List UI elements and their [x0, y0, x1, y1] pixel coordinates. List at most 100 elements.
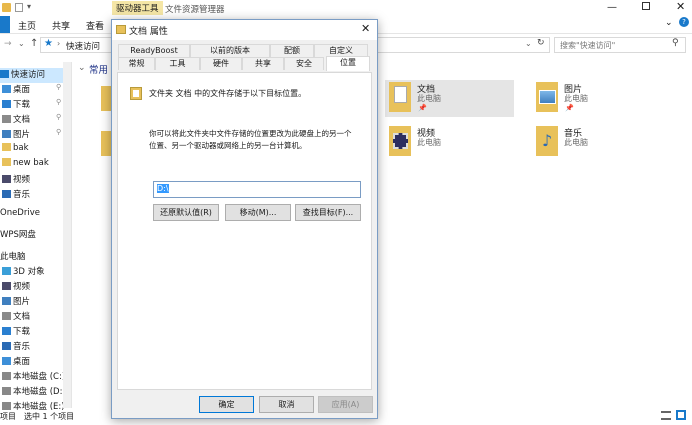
- nav-item[interactable]: 视频: [2, 280, 30, 295]
- chevron-down-icon[interactable]: ⌄: [665, 18, 673, 28]
- nav-item-label: 下载: [13, 327, 31, 337]
- nav-item[interactable]: 下载 ⚲: [2, 98, 61, 113]
- desktop-icon: [2, 85, 11, 93]
- breadcrumb[interactable]: 快速访问: [66, 40, 100, 52]
- desktop-icon: [2, 357, 11, 365]
- close-icon[interactable]: ✕: [361, 22, 370, 35]
- nav-item[interactable]: 快速访问: [0, 68, 63, 83]
- nav-item[interactable]: 视频: [2, 173, 30, 188]
- music-icon: [2, 190, 11, 198]
- location-tab-panel: 文件夹 文档 中的文件存储于以下目标位置。 你可以将此文件夹中文件存储的位置更改…: [117, 72, 372, 390]
- nav-item[interactable]: 文档: [2, 310, 30, 325]
- tile-documents[interactable]: 文档 此电脑 📌: [385, 80, 514, 117]
- folder-icon: [2, 143, 11, 151]
- help-icon[interactable]: ?: [679, 17, 689, 27]
- tile-location: 此电脑: [564, 138, 588, 147]
- picture-icon: [2, 297, 11, 305]
- ribbon-tab-share[interactable]: 共享: [52, 19, 70, 32]
- nav-item[interactable]: 文档 ⚲: [2, 113, 61, 128]
- document-icon: [2, 312, 11, 320]
- pin-icon: 📌: [565, 104, 574, 112]
- ribbon-tab-view[interactable]: 查看: [86, 19, 104, 32]
- folder-partial-1[interactable]: [101, 86, 111, 111]
- nav-item[interactable]: 本地磁盘 (C:): [2, 370, 65, 385]
- target-path-input[interactable]: D:\: [153, 181, 361, 198]
- nav-item[interactable]: 此电脑: [0, 250, 26, 265]
- apply-button[interactable]: 应用(A): [318, 396, 373, 413]
- maximize-icon[interactable]: [642, 2, 650, 10]
- context-tab-label[interactable]: 驱动器工具: [112, 1, 163, 15]
- tab-previous-versions[interactable]: 以前的版本: [190, 44, 270, 57]
- tile-location: 此电脑: [417, 138, 441, 147]
- nav-item[interactable]: OneDrive: [0, 208, 40, 223]
- tab-location[interactable]: 位置: [326, 56, 370, 71]
- find-target-button[interactable]: 查找目标(F)...: [295, 204, 361, 221]
- folder-partial-2[interactable]: [101, 131, 111, 156]
- nav-item[interactable]: bak: [2, 143, 29, 158]
- nav-item[interactable]: 音乐: [2, 340, 30, 355]
- refresh-icon[interactable]: ↻: [537, 38, 545, 48]
- nav-item[interactable]: 本地磁盘 (D:): [2, 385, 66, 400]
- search-box[interactable]: 搜索"快速访问" ⚲: [554, 37, 686, 53]
- pin-icon: ⚲: [56, 128, 62, 136]
- tile-pictures[interactable]: 图片 此电脑 📌: [532, 80, 660, 116]
- nav-item[interactable]: new bak: [2, 158, 49, 173]
- video-icon: [2, 282, 11, 290]
- nav-item[interactable]: WPS网盘: [0, 228, 36, 243]
- tab-readyboost[interactable]: ReadyBoost: [118, 44, 190, 57]
- up-arrow-icon[interactable]: ↑: [30, 38, 38, 49]
- minimize-icon[interactable]: —: [607, 2, 617, 13]
- nav-item-label: 图片: [13, 130, 31, 140]
- chevron-down-icon[interactable]: ⌄: [18, 39, 25, 48]
- nav-item-label: 此电脑: [0, 252, 26, 262]
- video-icon: [2, 175, 11, 183]
- nav-item[interactable]: 图片: [2, 295, 30, 310]
- section-header[interactable]: 常用: [89, 62, 108, 76]
- breadcrumb-sep-icon[interactable]: ›: [57, 39, 60, 48]
- nav-item[interactable]: 音乐: [2, 188, 30, 203]
- nav-item[interactable]: 桌面: [2, 355, 30, 370]
- tab-security[interactable]: 安全: [284, 57, 324, 70]
- ribbon-tab-home[interactable]: 主页: [18, 19, 36, 32]
- tile-location: 此电脑: [564, 94, 588, 103]
- cancel-button[interactable]: 取消: [259, 396, 314, 413]
- picture-icon: [2, 130, 11, 138]
- chevron-down-icon[interactable]: ▾: [27, 2, 31, 11]
- tile-videos[interactable]: 视频 此电脑: [385, 124, 513, 160]
- nav-item[interactable]: 3D 对象: [2, 265, 45, 280]
- details-view-icon[interactable]: [661, 411, 671, 420]
- nav-pane-scrollbar[interactable]: [63, 62, 71, 408]
- document-icon: [2, 115, 11, 123]
- restore-default-button[interactable]: 还原默认值(R): [153, 204, 219, 221]
- tab-hardware[interactable]: 硬件: [200, 57, 242, 70]
- tile-location: 此电脑: [417, 94, 441, 103]
- nav-item[interactable]: 桌面 ⚲: [2, 83, 61, 98]
- close-window-icon[interactable]: ✕: [676, 0, 685, 13]
- nav-item[interactable]: 图片 ⚲: [2, 128, 61, 143]
- back-arrow-icon[interactable]: →: [4, 39, 12, 49]
- nav-item-label: 音乐: [13, 342, 31, 352]
- tab-sharing[interactable]: 共享: [242, 57, 284, 70]
- quick-access-toolbar-icon[interactable]: [15, 3, 23, 12]
- explorer-title-bar: ▾ 驱动器工具 文件资源管理器 — ✕: [0, 0, 692, 16]
- search-icon[interactable]: ⚲: [672, 38, 679, 48]
- description-line-2: 位置、另一个驱动器或网络上的另一台计算机。: [149, 141, 307, 150]
- content-scrollbar[interactable]: [684, 62, 692, 408]
- tab-quota[interactable]: 配额: [270, 44, 314, 57]
- tab-general[interactable]: 常规: [118, 57, 155, 70]
- tab-tools[interactable]: 工具: [155, 57, 200, 70]
- tile-music[interactable]: ♪ 音乐 此电脑: [532, 124, 660, 160]
- picture-folder-icon: [536, 82, 558, 112]
- dialog-title-bar[interactable]: 文档 属性 ✕: [112, 20, 377, 40]
- properties-dialog: 文档 属性 ✕ ReadyBoost 以前的版本 配额 自定义 常规 工具 硬件…: [111, 19, 378, 419]
- ok-button[interactable]: 确定: [199, 396, 254, 413]
- nav-item-label: 图片: [13, 297, 31, 307]
- move-button[interactable]: 移动(M)...: [225, 204, 291, 221]
- chevron-down-icon[interactable]: ⌄: [525, 39, 532, 48]
- nav-item[interactable]: 下载: [2, 325, 30, 340]
- section-chevron-icon[interactable]: ⌄: [78, 63, 86, 73]
- nav-item-label: 桌面: [13, 357, 31, 367]
- search-input-placeholder[interactable]: 搜索"快速访问": [560, 40, 615, 51]
- description-line-1: 你可以将此文件夹中文件存储的位置更改为此硬盘上的另一个: [149, 129, 352, 138]
- tiles-view-icon[interactable]: [676, 410, 686, 420]
